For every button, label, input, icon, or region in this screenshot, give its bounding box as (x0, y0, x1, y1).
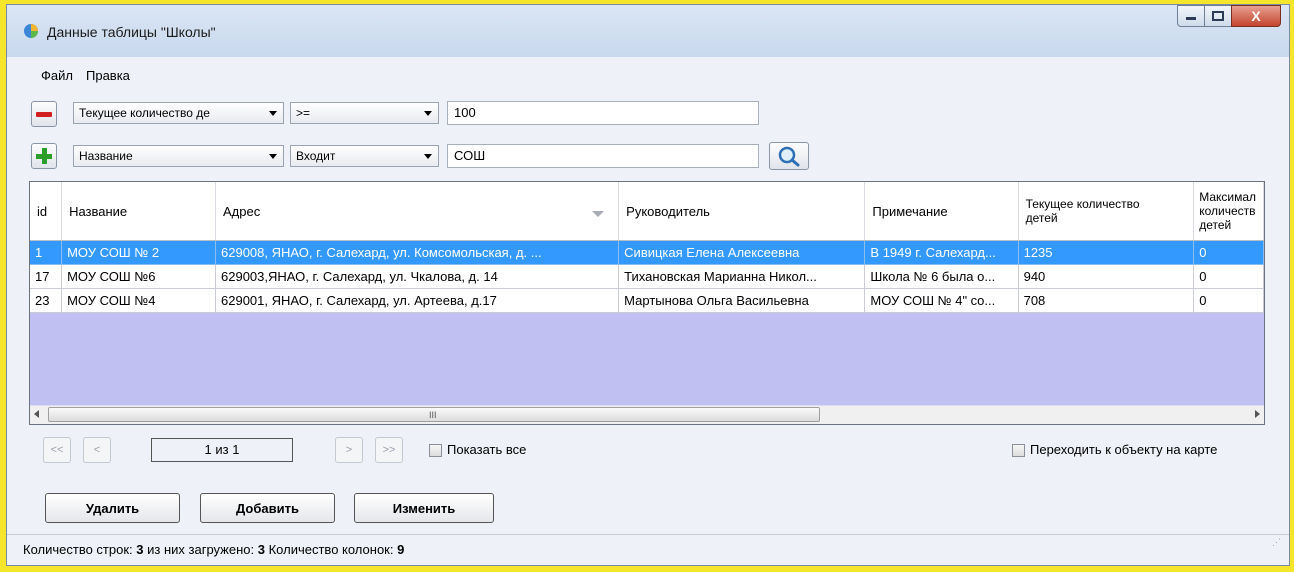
minus-icon (36, 111, 52, 117)
column-header[interactable]: Название (61, 182, 216, 241)
cell-current: 1235 (1018, 240, 1195, 265)
chevron-down-icon (424, 154, 432, 159)
edit-button[interactable]: Изменить (354, 493, 494, 523)
cell-address: 629003,ЯНАО, г. Салехард, ул. Чкалова, д… (215, 264, 620, 289)
column-header[interactable]: Максимал количеств детей (1193, 182, 1264, 241)
rows-count-label: Количество строк: (23, 542, 133, 557)
columns-count-value: 9 (397, 542, 405, 557)
cell-address: 629001, ЯНАО, г. Салехард, ул. Артеева, … (215, 288, 620, 313)
chevron-down-icon (424, 111, 432, 116)
menu-edit[interactable]: Правка (86, 68, 130, 83)
window-controls: X (1177, 5, 1281, 29)
cell-name: МОУ СОШ №4 (61, 288, 216, 313)
scrollbar-grip: III (429, 410, 437, 420)
cell-max: 0 (1193, 264, 1264, 289)
filter-value-input-1[interactable]: 100 (447, 101, 759, 125)
data-grid[interactable]: id Название Адрес Руководитель Примечани… (29, 181, 1265, 425)
scrollbar-thumb[interactable]: III (48, 407, 820, 422)
column-header[interactable]: id (30, 182, 63, 241)
add-filter-button[interactable] (31, 143, 57, 169)
show-all-label: Показать все (447, 442, 527, 457)
header-row: id Название Адрес Руководитель Примечани… (30, 182, 1264, 241)
sort-arrow-icon (592, 211, 605, 217)
cell-note: Школа № 6 была о... (864, 264, 1019, 289)
last-page-button[interactable]: >> (375, 437, 403, 463)
maximize-icon (1212, 11, 1224, 21)
cell-head: Тихановская Марианна Никол... (618, 264, 866, 289)
column-header[interactable]: Адрес (215, 182, 620, 241)
delete-button[interactable]: Удалить (45, 493, 180, 523)
cell-id: 23 (30, 288, 63, 313)
cell-max: 0 (1193, 240, 1264, 265)
rows-count-value: 3 (136, 542, 144, 557)
window-title: Данные таблицы "Школы" (47, 24, 216, 40)
status-bar: Количество строк: 3 из них загружено: 3 … (7, 534, 1289, 565)
title-bar[interactable]: Данные таблицы "Школы" X (7, 5, 1289, 57)
cell-name: МОУ СОШ №6 (61, 264, 216, 289)
main-window: Данные таблицы "Школы" X Файл Правка Тек… (6, 4, 1290, 566)
cell-current: 940 (1018, 264, 1195, 289)
cell-name: МОУ СОШ № 2 (61, 240, 216, 265)
data-table: id Название Адрес Руководитель Примечани… (30, 182, 1264, 313)
scroll-right-icon[interactable] (1255, 410, 1260, 418)
search-button[interactable] (769, 142, 809, 170)
filter-operator-value: >= (296, 106, 311, 120)
horizontal-scrollbar[interactable]: III (30, 405, 1264, 424)
loaded-count-label: из них загружено: (147, 542, 255, 557)
loaded-count-value: 3 (257, 542, 265, 557)
cell-head: Сивицкая Елена Алексеевна (618, 240, 866, 265)
column-header-label: Адрес (223, 203, 261, 219)
column-header[interactable]: Текущее количество детей (1018, 182, 1195, 241)
filter-operator-select-1[interactable]: >= (290, 102, 439, 124)
show-all-checkbox[interactable] (429, 444, 442, 457)
column-header[interactable]: Примечание (864, 182, 1019, 241)
search-icon (778, 146, 800, 167)
chevron-down-icon (269, 154, 277, 159)
filter-field-select-1[interactable]: Текущее количество де (73, 102, 284, 124)
filter-field-value: Название (79, 149, 133, 163)
close-button[interactable]: X (1231, 5, 1281, 27)
column-header[interactable]: Руководитель (618, 182, 866, 241)
next-page-button[interactable]: > (335, 437, 363, 463)
cell-head: Мартынова Ольга Васильевна (618, 288, 866, 313)
filter-field-value: Текущее количество де (79, 106, 210, 120)
scroll-left-icon[interactable] (34, 410, 39, 418)
app-icon (24, 24, 38, 38)
cell-current: 708 (1018, 288, 1195, 313)
minimize-button[interactable] (1177, 5, 1205, 27)
page-indicator: 1 из 1 (151, 438, 293, 462)
filter-operator-value: Входит (296, 149, 336, 163)
remove-filter-button[interactable] (31, 101, 57, 127)
chevron-down-icon (269, 111, 277, 116)
goto-map-label: Переходить к объекту на карте (1030, 442, 1218, 457)
close-icon: X (1251, 8, 1261, 24)
maximize-button[interactable] (1204, 5, 1232, 27)
menu-bar: Файл Правка (7, 57, 1289, 91)
table-row[interactable]: 23 МОУ СОШ №4 629001, ЯНАО, г. Салехард,… (30, 288, 1264, 313)
cell-id: 1 (30, 240, 63, 265)
first-page-button[interactable]: << (43, 437, 71, 463)
filter-operator-select-2[interactable]: Входит (290, 145, 439, 167)
minimize-icon (1186, 17, 1196, 20)
columns-count-label: Количество колонок: (268, 542, 394, 557)
plus-icon (36, 148, 52, 164)
add-button[interactable]: Добавить (200, 493, 335, 523)
table-row[interactable]: 17 МОУ СОШ №6 629003,ЯНАО, г. Салехард, … (30, 264, 1264, 289)
table-row[interactable]: 1 МОУ СОШ № 2 629008, ЯНАО, г. Салехард,… (30, 240, 1264, 265)
filter-field-select-2[interactable]: Название (73, 145, 284, 167)
filter-value-input-2[interactable]: СОШ (447, 144, 759, 168)
cell-address: 629008, ЯНАО, г. Салехард, ул. Комсомоль… (215, 240, 620, 265)
cell-max: 0 (1193, 288, 1264, 313)
menu-file[interactable]: Файл (41, 68, 73, 83)
goto-map-checkbox[interactable] (1012, 444, 1025, 457)
cell-id: 17 (30, 264, 63, 289)
cell-note: МОУ СОШ № 4" co... (864, 288, 1019, 313)
prev-page-button[interactable]: < (83, 437, 111, 463)
resize-grip-icon[interactable]: ⋰ (1272, 527, 1281, 557)
cell-note: В 1949 г. Салехард... (864, 240, 1019, 265)
